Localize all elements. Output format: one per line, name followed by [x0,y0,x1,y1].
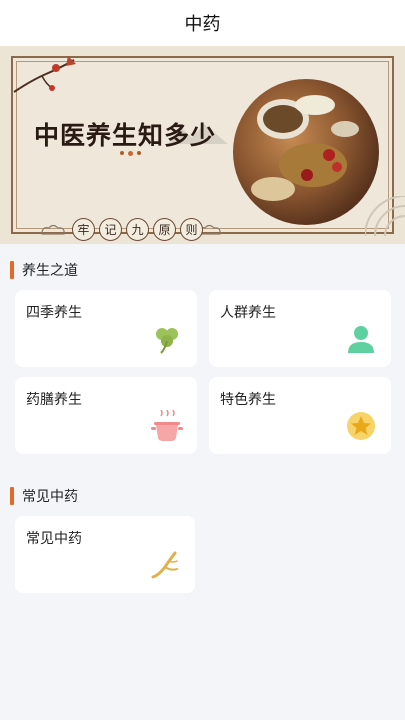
card-medicinal-diet[interactable]: 药膳养生 [15,377,197,454]
herbal-food-photo [233,79,379,225]
ginkgo-leaf-icon [156,328,178,354]
banner-char: 牢 [72,218,95,241]
pot-icon [151,410,183,441]
card-seasonal-health[interactable]: 四季养生 [15,290,197,367]
banner[interactable]: 中医养生知多少 牢 记 九 原 则 [0,46,405,244]
card-common-herbs[interactable]: 常见中药 [15,516,195,593]
top-bar: 中药 [0,0,405,46]
section-title: 养生之道 [22,263,78,279]
plum-branch-icon [13,56,76,93]
banner-char: 九 [126,218,149,241]
banner-char: 则 [180,218,203,241]
section-accent-bar [10,487,14,505]
page-title: 中药 [184,14,221,35]
wave-pattern-icon [365,196,405,237]
card-label: 药膳养生 [26,392,82,408]
herb-root-icon [151,551,178,579]
banner-char: 记 [99,218,122,241]
banner-char: 原 [153,218,176,241]
card-label: 常见中药 [26,531,82,547]
section-header-common-herbs: 常见中药 [10,486,405,506]
card-label: 特色养生 [220,392,276,408]
card-group-health[interactable]: 人群养生 [209,290,391,367]
cloud-icon [41,224,65,235]
star-icon [347,412,375,440]
banner-subtitle: 牢 记 九 原 则 [72,218,203,241]
card-label: 人群养生 [220,305,276,321]
banner-title: 中医养生知多少 [34,121,217,150]
people-icon [348,326,374,353]
section-header-health: 养生之道 [10,260,405,280]
section-title: 常见中药 [22,489,78,505]
health-card-grid: 四季养生 人群养生 药膳养生 特色养生 [15,290,405,454]
card-label: 四季养生 [26,305,82,321]
banner-divider [120,150,141,156]
card-special-health[interactable]: 特色养生 [209,377,391,454]
section-accent-bar [10,261,14,279]
